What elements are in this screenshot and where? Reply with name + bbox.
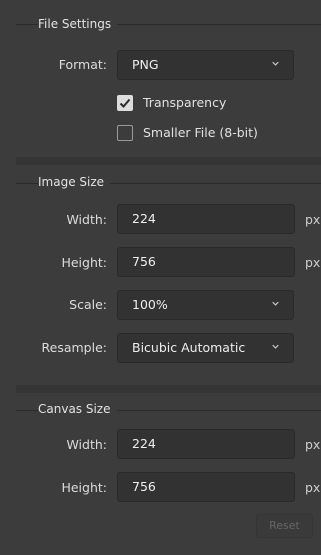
file-settings-title: File Settings bbox=[38, 17, 118, 31]
chevron-down-icon bbox=[272, 61, 279, 66]
canvas-height-unit: px bbox=[305, 480, 321, 495]
resample-value: Bicubic Automatic bbox=[132, 340, 246, 355]
transparency-checkbox[interactable] bbox=[117, 95, 133, 111]
smaller-file-checkbox[interactable] bbox=[117, 125, 133, 141]
image-width-unit: px bbox=[305, 212, 321, 227]
canvas-height-label: Height: bbox=[61, 480, 107, 495]
image-height-unit: px bbox=[305, 255, 321, 270]
canvas-width-label: Width: bbox=[66, 437, 107, 452]
resample-dropdown[interactable]: Bicubic Automatic bbox=[117, 333, 294, 363]
image-height-input[interactable]: 756 bbox=[117, 247, 295, 277]
format-label: Format: bbox=[58, 57, 107, 72]
chevron-down-icon bbox=[272, 344, 279, 349]
canvas-width-input[interactable]: 224 bbox=[117, 429, 295, 459]
scale-value: 100% bbox=[132, 297, 168, 312]
resample-label: Resample: bbox=[41, 340, 107, 355]
section-divider bbox=[16, 157, 321, 165]
format-dropdown[interactable]: PNG bbox=[117, 50, 294, 80]
image-width-label: Width: bbox=[66, 212, 107, 227]
reset-button[interactable]: Reset bbox=[256, 514, 313, 538]
canvas-size-title: Canvas Size bbox=[38, 402, 117, 416]
scale-label: Scale: bbox=[69, 297, 107, 312]
format-value: PNG bbox=[132, 57, 159, 72]
transparency-label: Transparency bbox=[143, 95, 227, 110]
image-width-input[interactable]: 224 bbox=[117, 204, 295, 234]
chevron-down-icon bbox=[272, 301, 279, 306]
canvas-width-unit: px bbox=[305, 437, 321, 452]
section-divider bbox=[16, 385, 321, 393]
smaller-file-label: Smaller File (8-bit) bbox=[143, 125, 258, 140]
image-size-title: Image Size bbox=[38, 175, 111, 189]
scale-dropdown[interactable]: 100% bbox=[117, 290, 294, 320]
left-gutter bbox=[0, 0, 16, 555]
image-height-label: Height: bbox=[61, 255, 107, 270]
canvas-height-input[interactable]: 756 bbox=[117, 472, 295, 502]
checkmark-icon bbox=[119, 98, 131, 108]
